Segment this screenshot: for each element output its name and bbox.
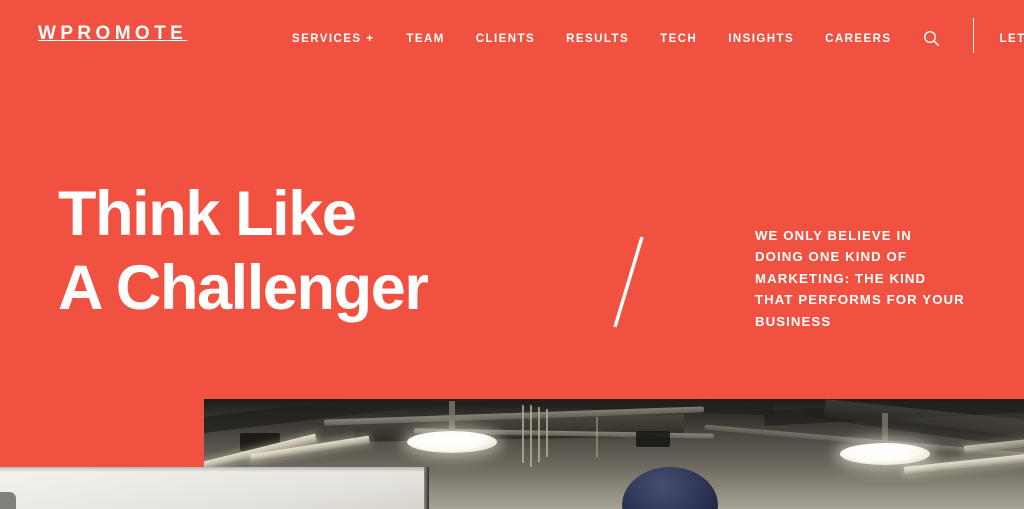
site-logo[interactable]: WPROMOTE <box>38 24 187 43</box>
nav-item-team[interactable]: TEAM <box>406 34 444 46</box>
headline-line-2: A Challenger <box>58 253 429 324</box>
ceiling-cable <box>546 409 548 457</box>
pendant-lamp <box>407 431 497 453</box>
search-icon[interactable] <box>923 30 941 48</box>
pendant-lamp <box>840 443 930 465</box>
desk-corner-detail <box>0 492 16 509</box>
headline-line-1: Think Like <box>58 179 357 249</box>
ceiling-cable <box>530 405 532 467</box>
nav-item-careers[interactable]: CAREERS <box>825 34 891 46</box>
lamp-stem <box>882 413 888 447</box>
landing-page: WPROMOTE SERVICES + TEAM CLIENTS RESULTS… <box>0 0 1024 509</box>
nav-item-clients[interactable]: CLIENTS <box>476 34 535 46</box>
main-navigation: SERVICES + TEAM CLIENTS RESULTS TECH INS… <box>292 18 1024 53</box>
nav-item-services[interactable]: SERVICES + <box>292 34 374 46</box>
header-divider <box>972 18 974 53</box>
site-header: WPROMOTE SERVICES + TEAM CLIENTS RESULTS… <box>0 0 1024 70</box>
slash-divider-icon <box>607 232 651 332</box>
nav-item-tech[interactable]: TECH <box>660 34 697 46</box>
desk-shadow <box>0 467 428 472</box>
lamp-stem <box>449 401 455 435</box>
foreground-desk-panel <box>0 467 428 509</box>
ceiling-cable <box>522 405 524 463</box>
page-title: Think Like A Challenger <box>58 177 429 326</box>
nav-item-results[interactable]: RESULTS <box>566 34 629 46</box>
ceiling-fixture-box <box>636 431 670 447</box>
desk-edge <box>424 467 429 509</box>
hero-tagline: We only believe in doing one kind of mar… <box>755 228 965 329</box>
nav-item-insights[interactable]: INSIGHTS <box>728 34 794 46</box>
lets-talk-button[interactable]: LET'S TALK <box>1000 34 1024 46</box>
ceiling-cable <box>538 407 540 462</box>
ceiling-cable <box>596 417 598 457</box>
